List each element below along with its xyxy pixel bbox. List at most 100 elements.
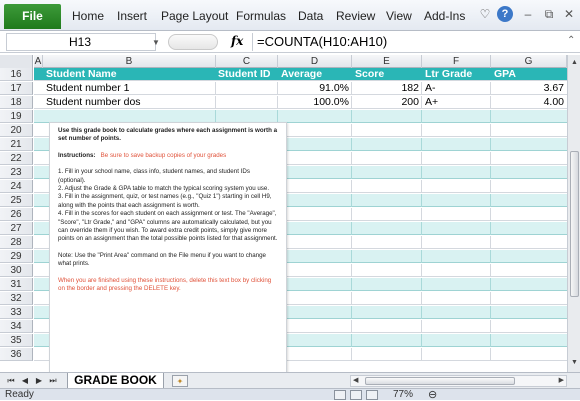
header-student-name: Student Name: [46, 68, 117, 80]
textbox-instructions: Instructions: Be sure to save backup cop…: [58, 151, 227, 159]
row-header[interactable]: 24: [0, 180, 33, 193]
zoom-level[interactable]: 77%: [393, 389, 413, 401]
textbox-backup-note: Be sure to save backup copies of your gr…: [100, 151, 227, 159]
row-header[interactable]: 27: [0, 222, 33, 235]
prev-sheet-icon[interactable]: ◀: [20, 375, 30, 386]
next-sheet-icon[interactable]: ▶: [34, 375, 44, 386]
tab-review[interactable]: Review: [336, 9, 375, 23]
column-header-g[interactable]: G: [491, 55, 567, 68]
row-header[interactable]: 16: [0, 68, 33, 81]
sheet-tab-grade-book[interactable]: GRADE BOOK: [67, 373, 164, 389]
row-header[interactable]: 26: [0, 208, 33, 221]
cell-student-name[interactable]: Student number 1: [43, 82, 216, 95]
header-average: Average: [281, 68, 323, 80]
header-score: Score: [355, 68, 385, 80]
minimize-ribbon-icon[interactable]: ♡: [478, 7, 492, 21]
row-header[interactable]: 35: [0, 334, 33, 347]
close-window-icon[interactable]: ✕: [562, 7, 576, 21]
row-header[interactable]: 28: [0, 236, 33, 249]
tab-view[interactable]: View: [386, 9, 412, 23]
cell-student-id[interactable]: [216, 96, 278, 109]
expand-formula-icon[interactable]: ⌃: [567, 35, 575, 46]
tab-formulas[interactable]: Formulas: [236, 9, 286, 23]
first-sheet-icon[interactable]: ⏮: [6, 375, 16, 386]
row-header[interactable]: 32: [0, 292, 33, 305]
row-header[interactable]: 30: [0, 264, 33, 277]
minimize-window-icon[interactable]: –: [521, 7, 535, 21]
tab-add-ins[interactable]: Add-Ins: [424, 9, 465, 23]
cell-ltr-grade[interactable]: A+: [422, 96, 491, 109]
textbox-finish: When you are finished using these instru…: [58, 276, 272, 293]
row-header[interactable]: 36: [0, 348, 33, 361]
cell-gpa[interactable]: 4.00: [491, 96, 567, 109]
row-header[interactable]: 19: [0, 110, 33, 123]
column-header-e[interactable]: E: [352, 55, 422, 68]
row-header[interactable]: 20: [0, 124, 33, 137]
cell-score[interactable]: 200: [352, 96, 422, 109]
cell-score[interactable]: 182: [352, 82, 422, 95]
column-header-d[interactable]: D: [278, 55, 352, 68]
scroll-left-icon[interactable]: ◀: [353, 376, 358, 386]
row-header[interactable]: 21: [0, 138, 33, 151]
row-header[interactable]: 34: [0, 320, 33, 333]
cell-average[interactable]: 100.0%: [278, 96, 352, 109]
cell-student-id[interactable]: [216, 82, 278, 95]
formula-bar: H13 ▼ fx =COUNTA(H10:AH10) ⌃: [0, 31, 580, 53]
last-sheet-icon[interactable]: ⏭: [48, 375, 58, 386]
tab-insert[interactable]: Insert: [117, 9, 147, 23]
status-ready: Ready: [5, 389, 34, 400]
cell-average[interactable]: 91.0%: [278, 82, 352, 95]
column-header-b[interactable]: B: [43, 55, 216, 68]
formula-controls: [168, 34, 218, 50]
header-ltr-grade: Ltr Grade: [425, 68, 473, 80]
header-student-id: Student ID: [218, 68, 271, 80]
horizontal-scrollbar[interactable]: ◀ ▶: [350, 375, 567, 387]
cell-ltr-grade[interactable]: A-: [422, 82, 491, 95]
scroll-thumb[interactable]: [570, 151, 579, 297]
tab-data[interactable]: Data: [298, 9, 323, 23]
column-header-f[interactable]: F: [422, 55, 491, 68]
row-header[interactable]: 18: [0, 96, 33, 109]
tab-page-layout[interactable]: Page Layout: [161, 9, 228, 23]
column-header-a[interactable]: A: [34, 55, 43, 68]
sheet-tab-bar: ⏮ ◀ ▶ ⏭ GRADE BOOK ✦ ◀ ▶: [0, 372, 580, 389]
page-break-view-icon[interactable]: [366, 390, 378, 400]
row-header[interactable]: 33: [0, 306, 33, 319]
scroll-up-icon[interactable]: ▲: [569, 57, 580, 68]
help-icon[interactable]: ?: [497, 6, 513, 22]
row-header[interactable]: 29: [0, 250, 33, 263]
instructions-text-box[interactable]: Use this grade book to calculate grades …: [49, 122, 287, 374]
column-headers: A B C D E F G: [34, 55, 567, 68]
row-header[interactable]: 22: [0, 152, 33, 165]
file-tab[interactable]: File: [4, 4, 61, 29]
cell-student-name[interactable]: Student number dos: [43, 96, 216, 109]
textbox-step-1: 1. Fill in your school name, class info,…: [58, 168, 250, 184]
vertical-scrollbar[interactable]: ▲ ▼: [567, 55, 580, 372]
textbox-step-2: 2. Adjust the Grade & GPA table to match…: [58, 185, 270, 193]
scroll-right-icon[interactable]: ▶: [559, 376, 564, 386]
name-box[interactable]: H13: [6, 33, 156, 51]
column-header-c[interactable]: C: [216, 55, 278, 68]
scroll-down-icon[interactable]: ▼: [569, 357, 580, 368]
row-header[interactable]: 25: [0, 194, 33, 207]
table-header-row: Student Name Student ID Average Score Lt…: [34, 68, 567, 81]
cell-gpa[interactable]: 3.67: [491, 82, 567, 95]
row-header[interactable]: 31: [0, 278, 33, 291]
row-header[interactable]: 23: [0, 166, 33, 179]
new-sheet-icon[interactable]: ✦: [172, 375, 188, 387]
zoom-out-icon[interactable]: ⊖: [428, 388, 437, 401]
restore-window-icon[interactable]: ⧉: [542, 7, 556, 21]
page-layout-view-icon[interactable]: [350, 390, 362, 400]
normal-view-icon[interactable]: [334, 390, 346, 400]
insert-function-icon[interactable]: fx: [231, 34, 243, 48]
header-gpa: GPA: [494, 68, 516, 80]
tab-home[interactable]: Home: [72, 9, 104, 23]
formula-input[interactable]: =COUNTA(H10:AH10): [252, 33, 568, 51]
textbox-step-3: 3. Fill in the assignment, quiz, or test…: [58, 193, 272, 209]
row-header[interactable]: 17: [0, 82, 33, 95]
textbox-intro: Use this grade book to calculate grades …: [58, 127, 278, 143]
select-all-corner[interactable]: [0, 55, 33, 68]
chevron-down-icon[interactable]: ▼: [152, 38, 160, 47]
horizontal-scroll-thumb[interactable]: [365, 377, 515, 385]
textbox-note: Note: Use the "Print Area" command on th…: [58, 251, 267, 268]
